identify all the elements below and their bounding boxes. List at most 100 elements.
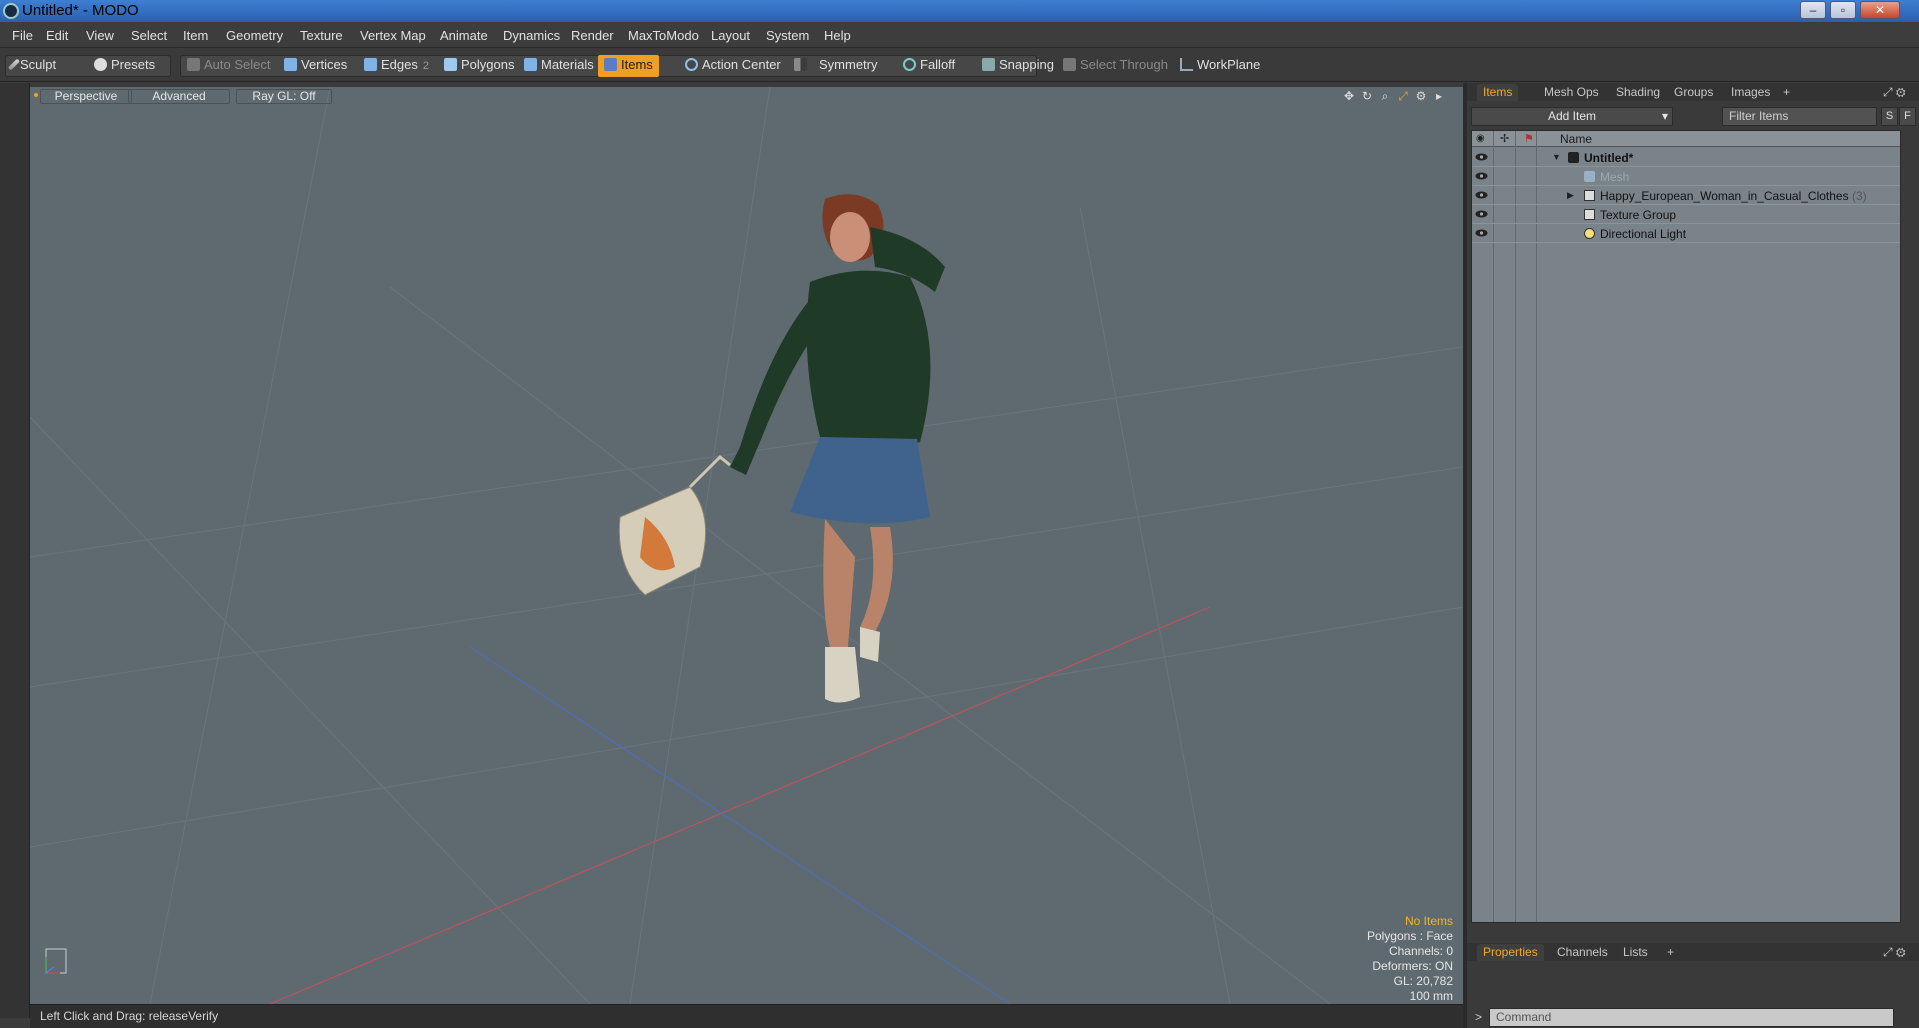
tab-images[interactable]: Images — [1725, 84, 1776, 101]
filter-s-button[interactable]: S — [1881, 107, 1898, 126]
viewport-dot-icon — [34, 93, 38, 97]
auto-select-button[interactable]: Auto Select — [185, 55, 271, 77]
vertices-button[interactable]: Vertices — [282, 55, 347, 77]
menu-texture[interactable]: Texture — [300, 28, 343, 43]
eye-icon[interactable] — [1475, 208, 1488, 220]
reference-column-icon[interactable]: ⚑ — [1524, 132, 1534, 145]
lock-column-icon[interactable]: ✢ — [1500, 132, 1509, 145]
texture-group-icon — [1584, 209, 1595, 220]
tree-row-untitled[interactable]: ▼ Untitled* — [1472, 148, 1900, 167]
expand-triangle-icon[interactable]: ▶ — [1567, 190, 1574, 201]
tree-label-untitled: Untitled* — [1584, 151, 1634, 165]
tab-lists[interactable]: Lists — [1617, 944, 1654, 961]
menu-maxtomodo[interactable]: MaxToModo — [628, 28, 699, 43]
materials-icon — [524, 58, 537, 71]
menu-file[interactable]: File — [12, 28, 33, 43]
symmetry-button[interactable]: Symmetry — [792, 55, 878, 77]
tree-label-model: Happy_European_Woman_in_Casual_Clothes (… — [1600, 189, 1867, 203]
menu-view[interactable]: View — [86, 28, 114, 43]
menu-layout[interactable]: Layout — [711, 28, 750, 43]
menu-item[interactable]: Item — [183, 28, 208, 43]
materials-button[interactable]: Materials — [522, 55, 594, 77]
gl-info: GL: 20,782 — [1393, 974, 1453, 988]
brush-icon — [7, 58, 21, 71]
menu-render[interactable]: Render — [571, 28, 614, 43]
minimize-button[interactable]: – — [1800, 1, 1826, 19]
add-tab-button[interactable]: + — [1777, 84, 1796, 101]
items-button[interactable]: Items — [598, 55, 659, 77]
eye-icon[interactable] — [1475, 227, 1488, 239]
viewport-header: Perspective Advanced Ray GL: Off ✥ ↻ ⌕ ⤢… — [30, 87, 1463, 105]
panel-options-icon[interactable]: ⤢ ⚙ — [1877, 944, 1912, 961]
panel-options-icon[interactable]: ⤢ ⚙ — [1877, 84, 1912, 101]
group-icon — [1584, 190, 1595, 201]
menu-help[interactable]: Help — [824, 28, 851, 43]
close-button[interactable]: ✕ — [1860, 1, 1900, 19]
menu-select[interactable]: Select — [131, 28, 167, 43]
view-mode-dropdown[interactable]: Perspective — [40, 89, 132, 104]
menu-vertex-map[interactable]: Vertex Map — [360, 28, 426, 43]
eye-icon[interactable] — [1475, 151, 1488, 163]
z-axis-line — [469, 646, 1011, 1004]
properties-tab-row: Properties Channels Lists + ⤢ ⚙ — [1467, 943, 1919, 961]
item-list: ◉ ✢ ⚑ Name ▼ Untitled* Mesh ▶ Happy_Euro… — [1471, 130, 1901, 923]
filter-f-button[interactable]: F — [1899, 107, 1916, 126]
menu-edit[interactable]: Edit — [46, 28, 68, 43]
zoom-icon[interactable]: ⌕ — [1378, 89, 1392, 103]
presets-button[interactable]: Presets — [92, 55, 155, 77]
tree-row-mesh[interactable]: Mesh — [1472, 167, 1900, 186]
tab-channels[interactable]: Channels — [1551, 944, 1614, 961]
collapse-triangle-icon[interactable]: ▼ — [1552, 152, 1561, 162]
workplane-button[interactable]: WorkPlane — [1178, 55, 1260, 77]
symmetry-icon — [794, 58, 807, 71]
filter-items-input[interactable]: Filter Items — [1722, 107, 1877, 126]
falloff-icon — [903, 58, 916, 71]
menu-geometry[interactable]: Geometry — [226, 28, 283, 43]
edges-button[interactable]: Edges 2 — [362, 55, 429, 77]
edges-count: 2 — [422, 60, 429, 72]
scene-icon — [1568, 152, 1579, 163]
snapping-button[interactable]: Snapping — [980, 55, 1054, 77]
add-tab-button[interactable]: + — [1661, 944, 1680, 961]
command-prompt: > — [1475, 1010, 1483, 1024]
polygons-button[interactable]: Polygons — [442, 55, 514, 77]
visibility-column-icon[interactable]: ◉ — [1476, 133, 1485, 144]
shading-dropdown[interactable]: Advanced — [128, 89, 230, 104]
tree-row-model[interactable]: ▶ Happy_European_Woman_in_Casual_Clothes… — [1472, 186, 1900, 205]
tab-properties[interactable]: Properties — [1477, 944, 1544, 961]
raygl-dropdown[interactable]: Ray GL: Off — [236, 89, 332, 104]
character-model — [618, 194, 945, 703]
menu-dynamics[interactable]: Dynamics — [503, 28, 560, 43]
eye-icon[interactable] — [1475, 170, 1488, 182]
fit-icon[interactable]: ⤢ — [1396, 89, 1410, 103]
tab-items[interactable]: Items — [1477, 84, 1519, 101]
eye-icon[interactable] — [1475, 189, 1488, 201]
column-separator — [1515, 131, 1516, 922]
settings-gear-icon[interactable]: ⚙ — [1414, 89, 1428, 103]
rotate-icon[interactable]: ↻ — [1360, 89, 1374, 103]
add-item-dropdown[interactable]: Add Item ▾ — [1471, 107, 1673, 126]
tree-row-directional-light[interactable]: Directional Light — [1472, 224, 1900, 243]
menu-animate[interactable]: Animate — [440, 28, 488, 43]
falloff-button[interactable]: Falloff — [901, 55, 955, 77]
status-bar: Left Click and Drag: releaseVerify — [30, 1004, 1463, 1028]
sculpt-button[interactable]: Sculpt — [7, 55, 56, 77]
tab-shading[interactable]: Shading — [1610, 84, 1666, 101]
expand-arrow-icon[interactable]: ▸ — [1432, 89, 1446, 103]
items-icon — [604, 58, 617, 71]
name-column-header[interactable]: Name — [1560, 132, 1592, 146]
command-input[interactable]: Command — [1489, 1008, 1894, 1027]
pan-icon[interactable]: ✥ — [1342, 89, 1356, 103]
select-through-button[interactable]: Select Through — [1061, 55, 1168, 77]
3d-viewport[interactable]: Perspective Advanced Ray GL: Off ✥ ↻ ⌕ ⤢… — [30, 87, 1463, 1004]
maximize-button[interactable]: ▫ — [1830, 1, 1856, 19]
tree-label-mesh: Mesh — [1600, 170, 1630, 184]
menu-system[interactable]: System — [766, 28, 809, 43]
action-center-button[interactable]: Action Center — [683, 55, 781, 77]
menu-bar: File Edit View Select Item Geometry Text… — [0, 22, 1919, 48]
tab-groups[interactable]: Groups — [1668, 84, 1719, 101]
modo-app: Untitled* - MODO – ▫ ✕ File Edit View Se… — [0, 0, 1919, 1028]
tree-row-texture-group[interactable]: Texture Group — [1472, 205, 1900, 224]
window-title: Untitled* - MODO — [22, 2, 139, 19]
tab-mesh-ops[interactable]: Mesh Ops — [1538, 84, 1605, 101]
